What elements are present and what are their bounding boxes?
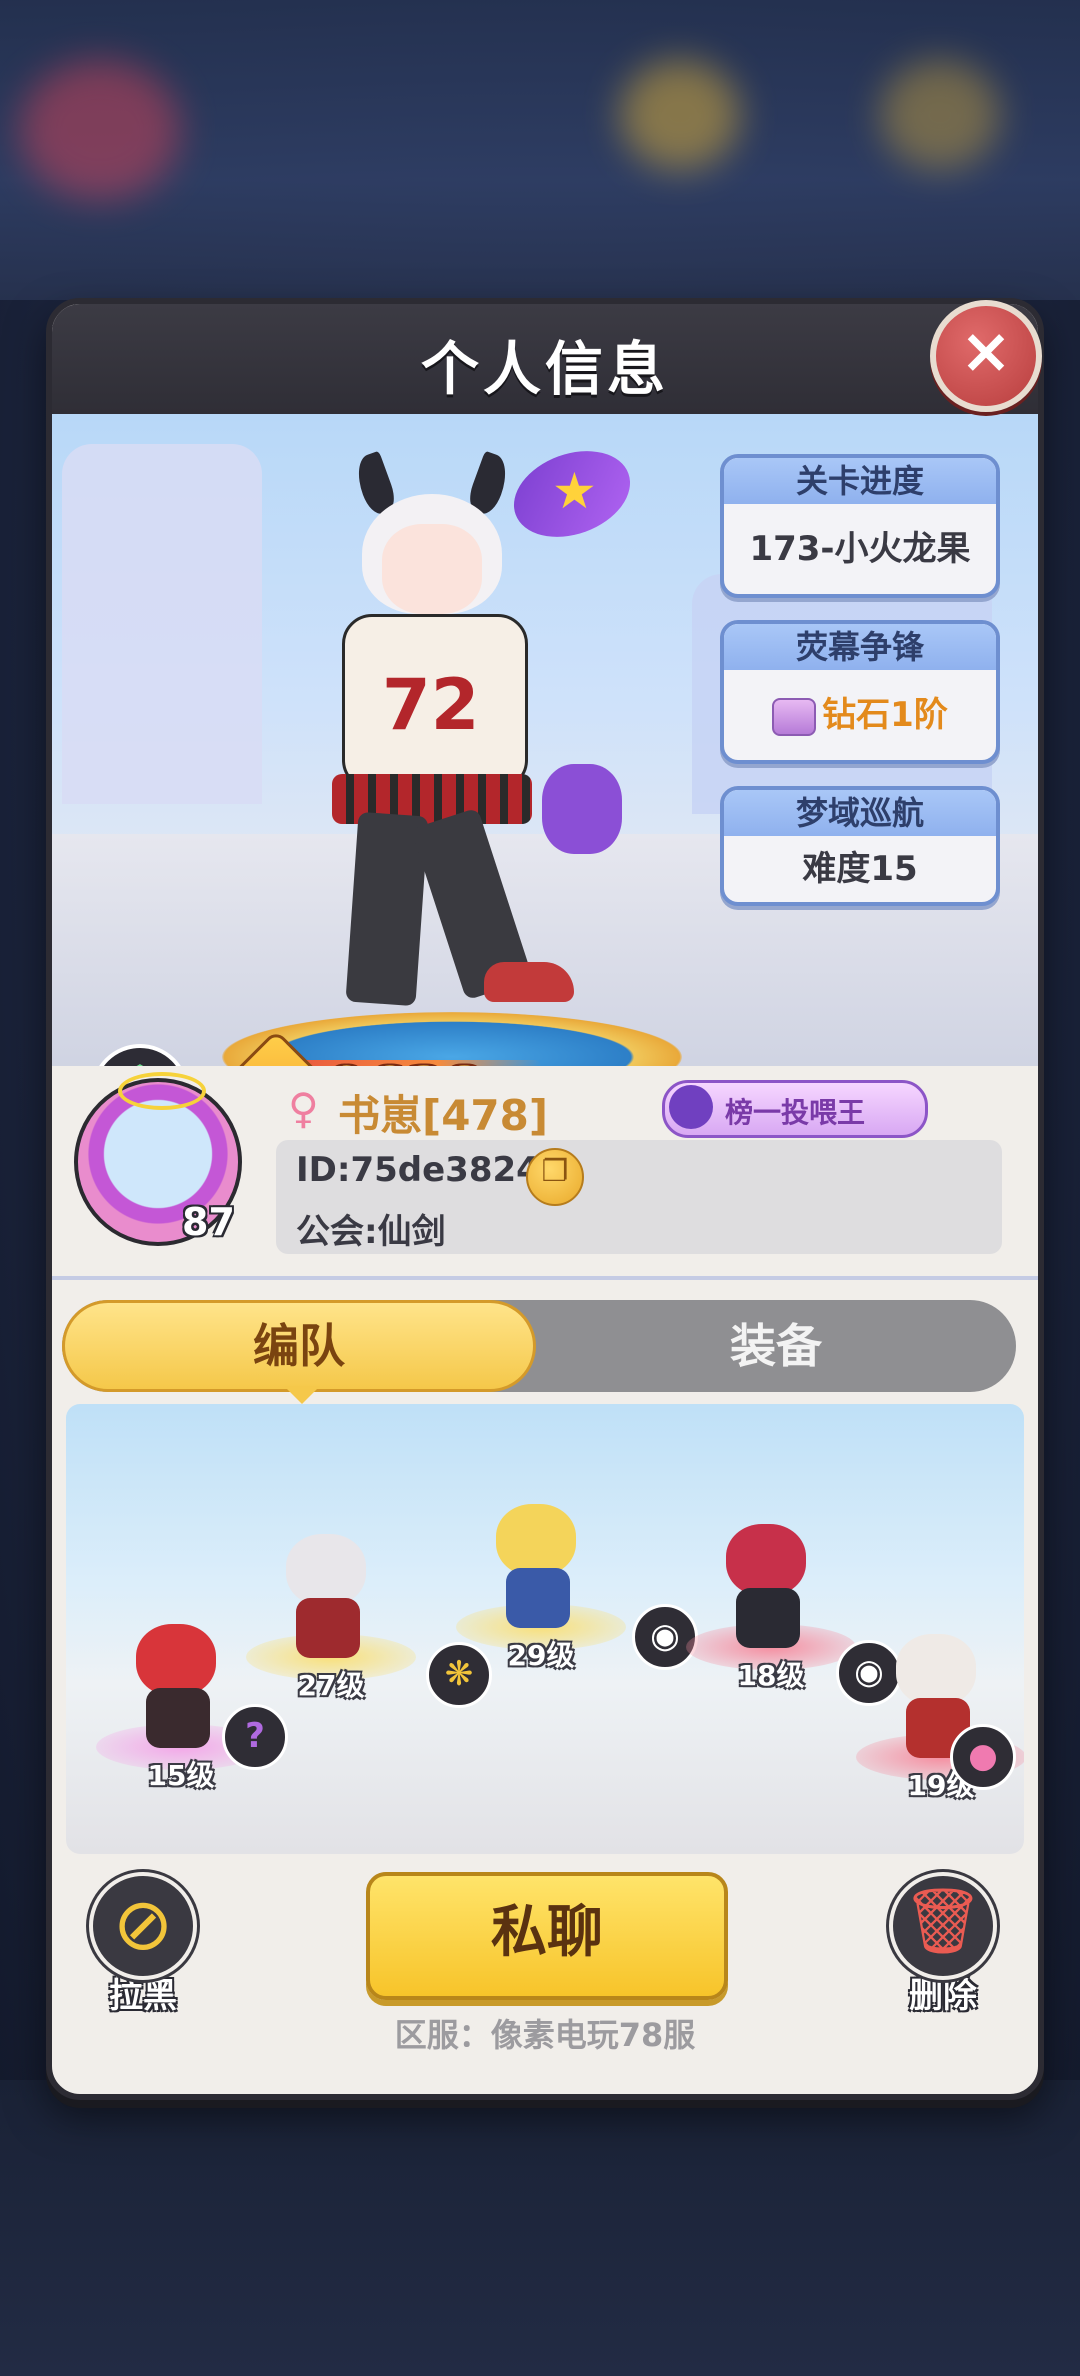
- player-profile: 87 ♀ 书崽[478] 榜一投喂王 ID:75de3824 ❐ 公会:仙剑: [52, 1066, 1038, 1280]
- team-lineup: 15级 ? 27级 ❋ 29级 ◉ 18级 ◉ 19级 ●: [66, 1404, 1024, 1854]
- hero-level: 18级: [737, 1659, 805, 1692]
- background-blob: [620, 60, 740, 170]
- copy-id-button[interactable]: ❐: [526, 1148, 584, 1206]
- private-chat-button[interactable]: 私聊: [366, 1872, 728, 2000]
- player-guild: 公会:仙剑: [296, 1212, 446, 1252]
- stat-label: 关卡进度: [724, 458, 996, 504]
- background-bottom: [0, 2080, 1080, 2376]
- stat-value: 173-小火龙果: [749, 529, 971, 569]
- character-shoe: [484, 962, 574, 1002]
- dialog-title: 个人信息: [420, 335, 669, 403]
- background-blob: [20, 60, 180, 200]
- shirt-print: 72: [382, 664, 480, 746]
- diamond-rank-icon: [772, 697, 817, 736]
- badge-icon: [669, 1085, 713, 1129]
- copy-icon: ❐: [541, 1154, 569, 1189]
- rune-button[interactable]: ⬢ 符文: [90, 1044, 190, 1066]
- role-icon: ◉: [632, 1604, 698, 1670]
- player-info-box: ID:75de3824 ❐ 公会:仙剑: [276, 1140, 1002, 1254]
- stat-dream-voyage: 梦域巡航 难度15: [720, 786, 1000, 906]
- team-hero[interactable]: 18级: [686, 1504, 856, 1692]
- hero-level: 29级: [507, 1639, 575, 1672]
- delete-button[interactable]: 🗑 删除: [888, 1872, 998, 2017]
- title-badge-label: 榜一投喂王: [725, 1096, 866, 1129]
- close-icon: ×: [960, 314, 1012, 387]
- stat-value: 难度15: [802, 849, 918, 889]
- stat-stage-progress: 关卡进度 173-小火龙果: [720, 454, 1000, 598]
- background-blob: [880, 60, 1000, 170]
- close-button[interactable]: ×: [930, 300, 1042, 412]
- character-face: [382, 524, 482, 614]
- role-icon: ?: [222, 1704, 288, 1770]
- player-id: ID:75de3824: [296, 1150, 540, 1190]
- role-icon: ●: [950, 1724, 1016, 1790]
- profile-dialog: 个人信息 ★ 72 ⬢ 符文 关卡进度 173-小火龙果: [46, 298, 1044, 2100]
- character-portrait[interactable]: ★ 72: [252, 435, 643, 1014]
- female-icon: ♀: [288, 1084, 319, 1133]
- avatar[interactable]: 87: [74, 1072, 242, 1246]
- star-icon: ★: [552, 462, 597, 520]
- stat-label: 荧幕争锋: [724, 624, 996, 670]
- halo-icon: [118, 1072, 206, 1110]
- player-name: 书崽[478]: [338, 1091, 549, 1140]
- private-chat-label: 私聊: [491, 1900, 603, 1965]
- title-badge[interactable]: 榜一投喂王: [662, 1080, 928, 1138]
- tab-bar: 编队 装备: [62, 1300, 1016, 1404]
- dialog-header: 个人信息: [52, 304, 1038, 414]
- block-icon: ⊘: [89, 1872, 197, 1980]
- stat-label: 梦域巡航: [724, 790, 996, 836]
- trash-icon: 🗑: [889, 1872, 997, 1980]
- rune-icon: ⬢: [91, 1044, 189, 1066]
- team-hero[interactable]: 27级: [246, 1514, 416, 1702]
- hero-level: 27级: [297, 1669, 365, 1702]
- role-icon: ❋: [426, 1642, 492, 1708]
- background-building: [62, 444, 262, 804]
- stat-arena-rank: 荧幕争锋 钻石1阶: [720, 620, 1000, 764]
- server-info: 区服：像素电玩78服: [394, 2016, 696, 2054]
- player-level: 87: [182, 1200, 235, 1244]
- hero-level: 15级: [147, 1759, 215, 1792]
- plush-toy: [542, 764, 622, 854]
- hero-showcase: ★ 72 ⬢ 符文 关卡进度 173-小火龙果 荧幕争锋 钻石1阶 梦域巡航: [52, 414, 1038, 1066]
- tab-team[interactable]: 编队: [62, 1300, 536, 1392]
- team-hero[interactable]: 29级: [456, 1484, 626, 1672]
- tab-equipment[interactable]: 装备: [536, 1300, 1016, 1392]
- stat-value: 钻石1阶: [822, 695, 948, 735]
- block-button[interactable]: ⊘ 拉黑: [88, 1872, 198, 2017]
- tab-pointer: [284, 1386, 320, 1404]
